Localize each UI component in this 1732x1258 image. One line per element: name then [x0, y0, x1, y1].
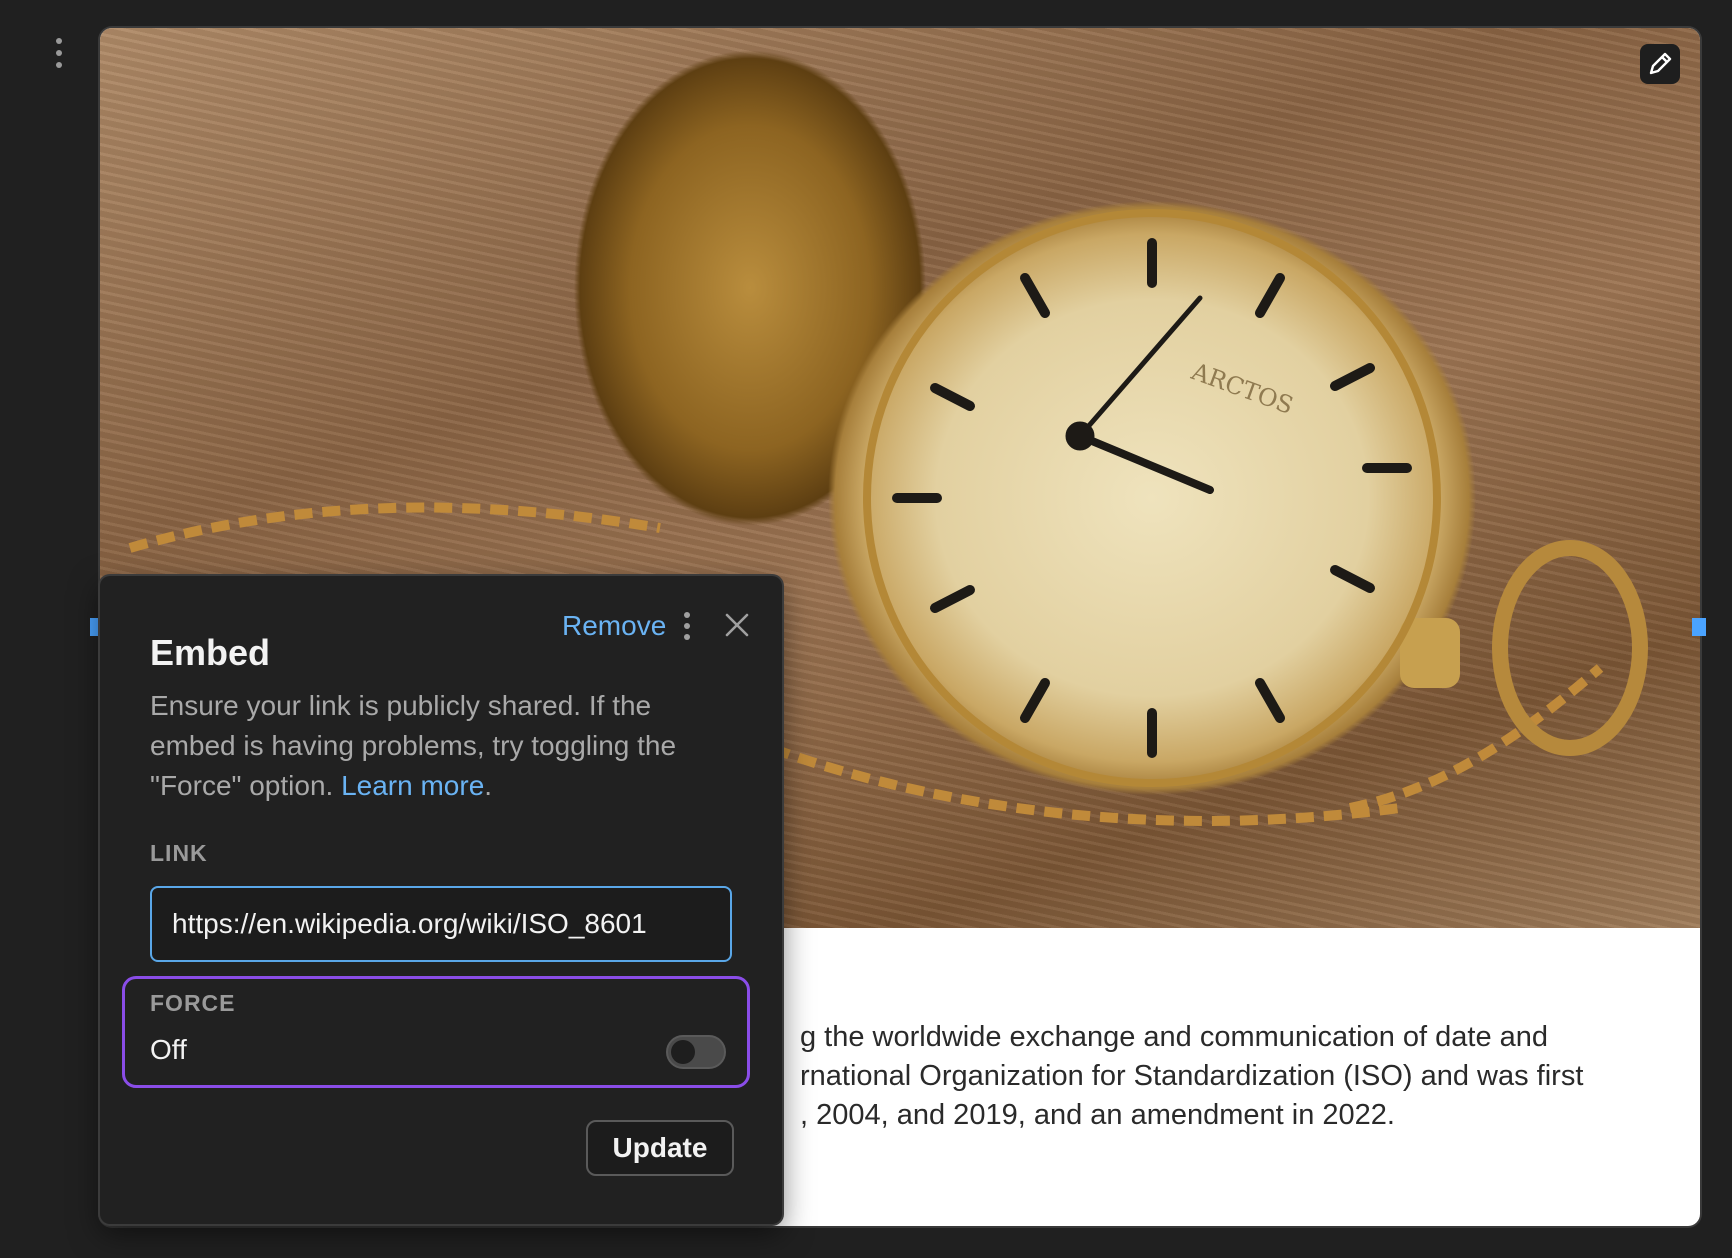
link-label: LINK: [150, 840, 208, 866]
remove-button[interactable]: Remove: [562, 610, 666, 642]
resize-handle-right[interactable]: [1692, 618, 1706, 636]
force-value: Off: [150, 1034, 187, 1065]
learn-more-link[interactable]: Learn more: [341, 770, 484, 801]
pencil-icon: [1649, 52, 1672, 75]
drag-handle-icon[interactable]: [52, 38, 66, 68]
force-toggle[interactable]: [666, 1035, 726, 1069]
close-icon[interactable]: [722, 610, 752, 640]
description-period: .: [484, 770, 493, 801]
popover-description: Ensure your link is publicly shared. If …: [150, 686, 740, 806]
embed-description-text: g the worldwide exchange and communicati…: [800, 1018, 1680, 1135]
more-vertical-icon[interactable]: [682, 612, 692, 640]
editor-page: ARCTOS g the worldwide exchange and comm…: [0, 0, 1732, 1258]
popover-title: Embed: [150, 632, 271, 673]
embed-text-line: , 2004, and 2019, and an amendment in 20…: [800, 1099, 1395, 1131]
embed-settings-popover: Embed Remove Ensure your link is publicl…: [100, 576, 782, 1224]
embed-text-line: rnational Organization for Standardizati…: [800, 1060, 1584, 1092]
toggle-knob: [671, 1040, 695, 1064]
edit-embed-button[interactable]: [1640, 44, 1680, 84]
force-label: FORCE: [150, 990, 236, 1016]
watch-brand: ARCTOS: [1187, 357, 1297, 420]
link-input[interactable]: [150, 886, 732, 962]
update-button[interactable]: Update: [586, 1120, 734, 1176]
embed-text-line: g the worldwide exchange and communicati…: [800, 1021, 1549, 1053]
